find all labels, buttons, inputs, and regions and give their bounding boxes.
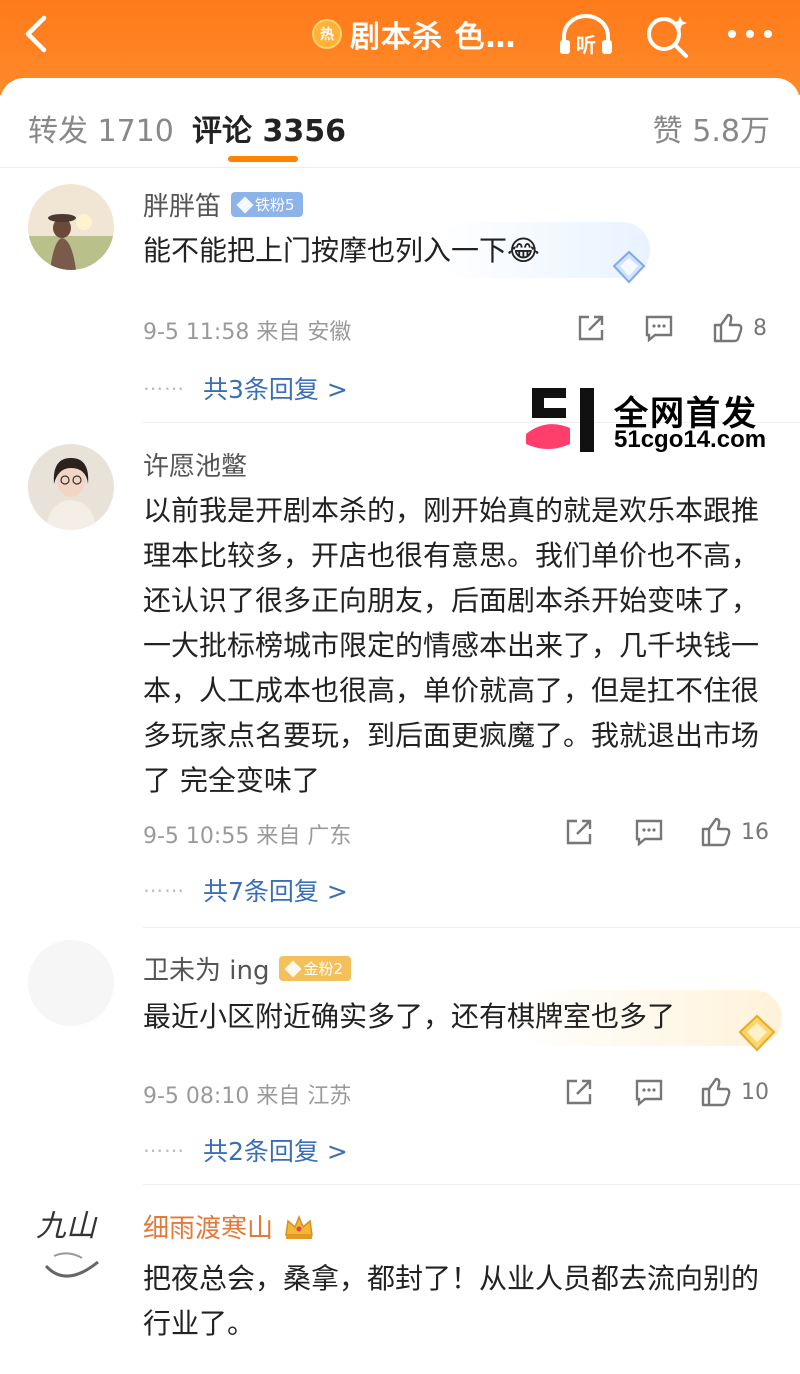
comment-meta: 9-5 08:10 来自 江苏: [143, 1084, 352, 1109]
headphones-icon: 听: [560, 14, 612, 57]
hot-icon: 热: [312, 19, 342, 49]
page-title-wrap: 热 剧本杀 色…: [312, 14, 517, 55]
comment-text: 以前我是开剧本杀的，刚开始真的就是欢乐本跟推理本比较多，开店也很有意思。我们单价…: [143, 494, 760, 797]
share-icon: [578, 315, 604, 341]
comment-icon: [635, 1079, 663, 1107]
view-replies-link[interactable]: 共3条回复 >: [203, 370, 348, 406]
comment-button[interactable]: [633, 812, 665, 852]
comment-item: 卫未为 ing 金粉2 最近小区附近确实多了，还有棋牌室也多了 9-5 08:1…: [0, 940, 800, 1185]
listen-button[interactable]: 听: [556, 10, 616, 60]
search-icon: [647, 16, 688, 58]
diamond-icon: [236, 196, 254, 213]
like-button[interactable]: 16: [699, 812, 769, 852]
username-row: 胖胖笛 铁粉5: [143, 186, 303, 223]
like-button[interactable]: 10: [699, 1072, 769, 1112]
replies-row: ⋯⋯ 共3条回复 >: [143, 370, 348, 406]
share-button[interactable]: [563, 1072, 595, 1112]
reply-dots: ⋯⋯: [143, 1138, 185, 1162]
gold-diamond-icon: [738, 1014, 776, 1052]
page-title: 剧本杀 色…: [350, 20, 517, 55]
share-icon: [566, 819, 592, 845]
share-button[interactable]: [563, 812, 595, 852]
share-button[interactable]: [575, 308, 607, 348]
avatar[interactable]: [28, 184, 114, 270]
comment-item: 许愿池鳖 以前我是开剧本杀的，刚开始真的就是欢乐本跟推理本比较多，开店也很有意思…: [0, 440, 800, 930]
view-replies-link[interactable]: 共2条回复 >: [203, 1132, 348, 1168]
svg-text:九山: 九山: [36, 1209, 98, 1244]
comment-icon: [635, 819, 663, 847]
comment-meta: 9-5 11:58 来自 安徽: [143, 320, 352, 345]
comment-button[interactable]: [643, 308, 675, 348]
username[interactable]: 卫未为 ing: [143, 950, 269, 987]
comment-meta: 9-5 10:55 来自 广东: [143, 824, 352, 849]
reply-dots: ⋯⋯: [143, 376, 185, 400]
like-icon: [701, 1077, 731, 1107]
comment-item: 九山 细雨渡寒山 把夜总会，桑拿，都封了！从业人员都去流向别的行业了。: [0, 1200, 800, 1374]
username[interactable]: 细雨渡寒山: [143, 1208, 273, 1245]
username-row: 许愿池鳖: [143, 446, 247, 483]
avatar[interactable]: [28, 940, 114, 1026]
share-icon: [566, 1079, 592, 1105]
fan-badge: 金粉2: [279, 956, 352, 981]
more-button[interactable]: [722, 14, 778, 54]
comment-text: 能不能把上门按摩也列入一下😂: [143, 234, 540, 267]
fan-badge-label: 金粉2: [303, 960, 344, 978]
fan-badge: 铁粉5: [231, 192, 303, 217]
divider: [143, 1184, 800, 1185]
comment-icon: [645, 315, 673, 343]
tab-like[interactable]: 赞 5.8万: [653, 106, 770, 150]
search-button[interactable]: [642, 10, 692, 60]
comment-text: 把夜总会，桑拿，都封了！从业人员都去流向别的行业了。: [143, 1262, 760, 1340]
active-tab-indicator: [228, 156, 298, 162]
tab-bar: 转发 1710 评论 3356 赞 5.8万: [0, 78, 800, 168]
like-icon: [701, 817, 731, 847]
like-button[interactable]: 8: [711, 308, 767, 348]
replies-row: ⋯⋯ 共2条回复 >: [143, 1132, 348, 1168]
like-count: 8: [753, 315, 767, 341]
username[interactable]: 胖胖笛: [143, 186, 221, 223]
comment-meta-row: 9-5 11:58 来自 安徽 8: [143, 308, 778, 348]
comment-meta-row: 9-5 10:55 来自 广东 16: [143, 812, 778, 852]
divider: [143, 927, 800, 928]
like-icon: [713, 313, 743, 343]
comment-text: 最近小区附近确实多了，还有棋牌室也多了: [143, 1000, 676, 1033]
tab-comment[interactable]: 评论 3356: [192, 106, 346, 150]
listen-label: 听: [576, 33, 596, 57]
like-count: 16: [741, 819, 769, 845]
like-count: 10: [741, 1079, 769, 1105]
view-replies-link[interactable]: 共7条回复 >: [203, 872, 348, 908]
more-icon: [728, 30, 772, 38]
tab-repost[interactable]: 转发 1710: [28, 106, 174, 150]
fan-badge-label: 铁粉5: [255, 196, 295, 214]
back-button[interactable]: [18, 12, 58, 56]
diamond-icon: [612, 250, 646, 284]
username-row: 细雨渡寒山: [143, 1208, 315, 1245]
diamond-icon: [284, 960, 302, 977]
back-arrow-icon: [25, 15, 47, 53]
username-row: 卫未为 ing 金粉2: [143, 950, 352, 987]
username[interactable]: 许愿池鳖: [143, 446, 247, 483]
replies-row: ⋯⋯ 共7条回复 >: [143, 872, 348, 908]
avatar[interactable]: [28, 444, 114, 530]
reply-dots: ⋯⋯: [143, 878, 185, 902]
crown-icon: [285, 1214, 313, 1239]
comment-meta-row: 9-5 08:10 来自 江苏 10: [143, 1072, 778, 1112]
comment-button[interactable]: [633, 1072, 665, 1112]
avatar[interactable]: 九山: [28, 1200, 114, 1286]
